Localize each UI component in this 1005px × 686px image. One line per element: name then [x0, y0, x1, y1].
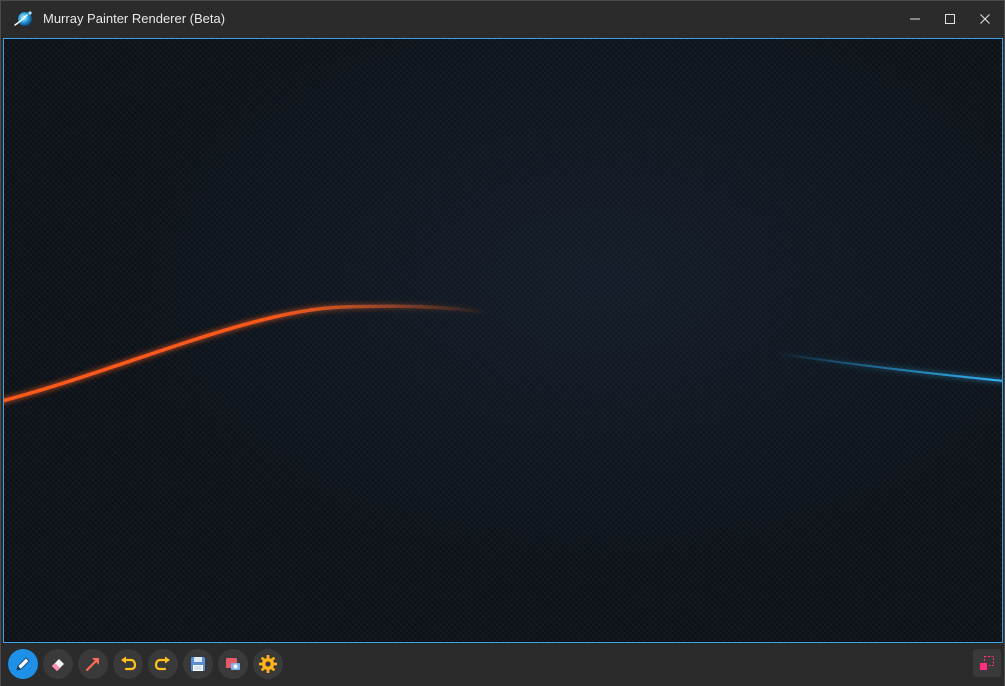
save-icon — [191, 657, 205, 671]
redo-button[interactable] — [148, 649, 178, 679]
eraser-icon — [52, 659, 64, 671]
drawing-canvas[interactable] — [3, 38, 1003, 643]
screenshot-button[interactable] — [218, 649, 248, 679]
minimize-button[interactable] — [898, 1, 932, 37]
minimize-icon — [910, 18, 920, 20]
redo-icon — [154, 656, 170, 671]
blue-stroke — [773, 352, 1002, 382]
orange-stroke — [4, 304, 491, 403]
bottom-toolbar — [1, 644, 1004, 686]
pencil-icon — [16, 657, 30, 671]
pen-tool-button[interactable] — [8, 649, 38, 679]
gear-icon — [259, 655, 277, 673]
undo-button[interactable] — [113, 649, 143, 679]
undo-icon — [121, 656, 137, 671]
maximize-button[interactable] — [933, 1, 967, 37]
close-button[interactable] — [968, 1, 1002, 37]
save-button[interactable] — [183, 649, 213, 679]
maximize-icon — [945, 14, 955, 24]
screenshot-icon — [226, 658, 240, 670]
region-select-button[interactable] — [973, 649, 1001, 677]
canvas-strokes — [4, 304, 1002, 403]
arrow-icon — [85, 658, 99, 672]
arrow-tool-button[interactable] — [78, 649, 108, 679]
title-bar[interactable]: Murray Painter Renderer (Beta) — [1, 1, 1004, 37]
settings-button[interactable] — [253, 649, 283, 679]
close-icon — [980, 14, 990, 24]
eraser-tool-button[interactable] — [43, 649, 73, 679]
region-select-icon — [980, 656, 994, 670]
app-window: Murray Painter Renderer (Beta) — [0, 0, 1005, 686]
app-logo-icon — [13, 9, 35, 29]
window-title: Murray Painter Renderer (Beta) — [43, 11, 226, 26]
